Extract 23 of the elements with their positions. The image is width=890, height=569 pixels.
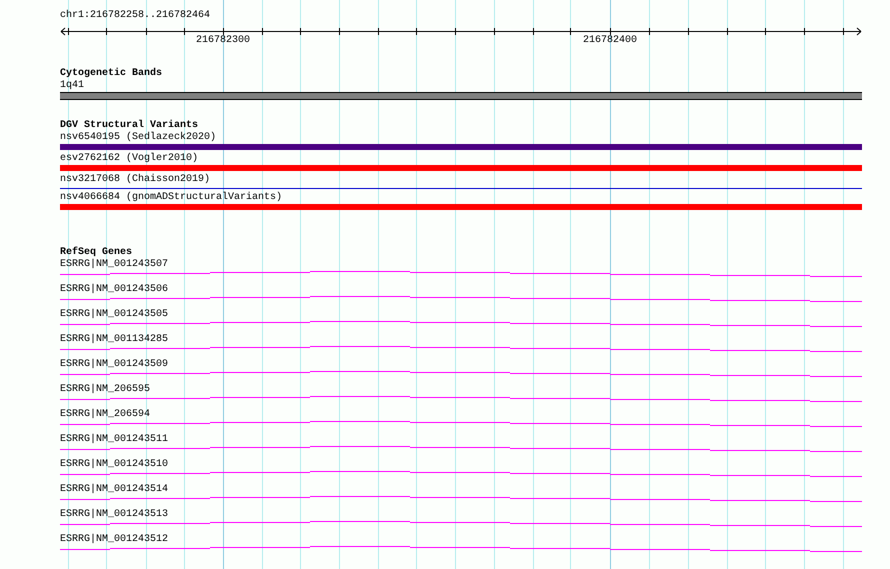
variant-label: nsv3217068 (Chaisson2019) bbox=[60, 174, 212, 186]
gene-label: ESRRG|NM_206595 bbox=[60, 384, 150, 396]
gene-label: ESRRG|NM_001243514 bbox=[60, 484, 168, 496]
band-label: 1q41 bbox=[60, 80, 86, 92]
variant-label: nsv6540195 (Sedlazeck2020) bbox=[60, 132, 218, 144]
gene-label: ESRRG|NM_001243507 bbox=[60, 259, 168, 271]
track-title: Cytogenetic Bands bbox=[60, 68, 164, 80]
track-title: DGV Structural Variants bbox=[60, 120, 200, 132]
tick-label: 216782300 bbox=[196, 35, 250, 47]
gene-label: ESRRG|NM_001243510 bbox=[60, 459, 168, 471]
gene-label: ESRRG|NM_001134285 bbox=[60, 334, 168, 346]
gene-label: ESRRG|NM_001243513 bbox=[60, 509, 168, 521]
location-label: chr1:216782258..216782464 bbox=[60, 10, 210, 22]
track-title: RefSeq Genes bbox=[60, 247, 134, 258]
gene-label: ESRRG|NM_001243509 bbox=[60, 359, 168, 371]
gene-label: ESRRG|NM_001243505 bbox=[60, 309, 168, 321]
gene-label: ESRRG|NM_001243506 bbox=[60, 284, 168, 296]
variant-label: nsv4066684 (gnomADStructuralVariants) bbox=[60, 192, 284, 204]
gene-label: ESRRG|NM_001243512 bbox=[60, 534, 168, 546]
variant-label: esv2762162 (Vogler2010) bbox=[60, 153, 200, 165]
tick-label: 216782400 bbox=[583, 35, 638, 47]
gene-label: ESRRG|NM_001243511 bbox=[60, 434, 168, 446]
gene-label: ESRRG|NM_206594 bbox=[60, 409, 150, 421]
